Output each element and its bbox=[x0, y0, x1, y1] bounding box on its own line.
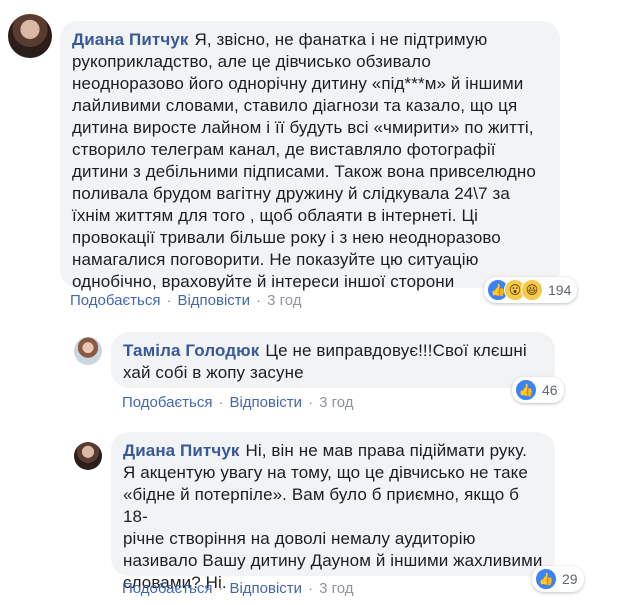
comment-text-line: рукоприкладство, але це дівчисько обзива… bbox=[72, 52, 431, 71]
comment-actions: Подобається · Відповісти · 3 год bbox=[70, 292, 301, 309]
comment-text-line: однобічно, враховуйте й інтереси іншої с… bbox=[72, 272, 455, 291]
comment-bubble: Таміла Голодюк Це не виправдовує!!!Свої к… bbox=[111, 332, 555, 388]
comment-actions: Подобається · Відповісти · 3 год bbox=[122, 394, 353, 411]
comment-bubble: Диана Питчук Ні, він не мав права підійма… bbox=[111, 432, 555, 592]
reactions-summary[interactable]: 👍 46 bbox=[512, 377, 564, 403]
comment-text-line: Ні, він не мав права підіймати руку. bbox=[245, 441, 527, 460]
separator: · bbox=[218, 394, 224, 411]
comment-text-line: хай собі в жопу засуне bbox=[123, 363, 304, 382]
reaction-count: 29 bbox=[562, 571, 578, 587]
comment-author[interactable]: Диана Питчук bbox=[72, 30, 189, 49]
timestamp[interactable]: 3 год bbox=[319, 580, 353, 597]
timestamp[interactable]: 3 год bbox=[267, 292, 301, 309]
comment-text-line: називало Вашу дитину Дауном й іншими жах… bbox=[123, 551, 543, 570]
separator: · bbox=[308, 394, 314, 411]
like-link[interactable]: Подобається bbox=[122, 394, 212, 411]
separator: · bbox=[308, 580, 314, 597]
comment-text-line: Це не виправдовує!!!Свої клєшні bbox=[265, 341, 527, 360]
comment-actions: Подобається · Відповісти · 3 год bbox=[122, 580, 353, 597]
like-link[interactable]: Подобається bbox=[122, 580, 212, 597]
comment-text-line: Я акцентую увагу на тому, що це дівчиськ… bbox=[123, 463, 528, 482]
comment-text-line: намагалися поговорити. Не показуйте цю с… bbox=[72, 250, 479, 269]
comment-text-line: створило телеграм канал, де виставляло ф… bbox=[72, 140, 496, 159]
like-link[interactable]: Подобається bbox=[70, 292, 160, 309]
comment-author[interactable]: Таміла Голодюк bbox=[123, 341, 259, 360]
reactions-summary[interactable]: 👍 😮 😆 194 bbox=[484, 277, 578, 303]
like-icon: 👍 bbox=[535, 568, 557, 590]
comment-text-line: провокації тривали більше року і з нею н… bbox=[72, 228, 501, 247]
separator: · bbox=[166, 292, 172, 309]
reply-link[interactable]: Відповісти bbox=[229, 394, 302, 411]
separator: · bbox=[218, 580, 224, 597]
reaction-count: 46 bbox=[542, 382, 558, 398]
avatar[interactable] bbox=[74, 337, 102, 365]
comment-text-line: лайливими словами, ставило діагнози та к… bbox=[72, 96, 518, 115]
avatar[interactable] bbox=[8, 14, 52, 58]
like-icon: 👍 bbox=[515, 379, 537, 401]
reply-link[interactable]: Відповісти bbox=[177, 292, 250, 309]
comment-bubble: Диана Питчук Я, звісно, не фанатка і не п… bbox=[60, 21, 560, 291]
avatar[interactable] bbox=[74, 442, 102, 470]
comment-text-line: дитина виросте лайном і її будуть всі «ч… bbox=[72, 118, 534, 137]
comment-text-line: неодноразово його однорічну дитину «під*… bbox=[72, 74, 524, 93]
timestamp[interactable]: 3 год bbox=[319, 394, 353, 411]
comment-text-line: дитини з дебільними підписами. Також вон… bbox=[72, 162, 536, 181]
haha-icon: 😆 bbox=[521, 279, 543, 301]
comment-text-line: поливала брудом вагітну дружину й слідку… bbox=[72, 184, 510, 203]
comment-text-line: Я, звісно, не фанатка і не підтримую bbox=[194, 30, 488, 49]
comment-text-line: «бідне й потерпіле». Вам було б приємно,… bbox=[123, 485, 520, 526]
reactions-summary[interactable]: 👍 29 bbox=[532, 566, 584, 592]
reaction-count: 194 bbox=[548, 282, 572, 298]
separator: · bbox=[256, 292, 262, 309]
comment-text-line: річне створіння на доволі немалу аудитор… bbox=[123, 529, 476, 548]
reply-link[interactable]: Відповісти bbox=[229, 580, 302, 597]
comment-text-line: їхнім життям для того , щоб облаяти в ін… bbox=[72, 206, 479, 225]
comment-author[interactable]: Диана Питчук bbox=[123, 441, 240, 460]
